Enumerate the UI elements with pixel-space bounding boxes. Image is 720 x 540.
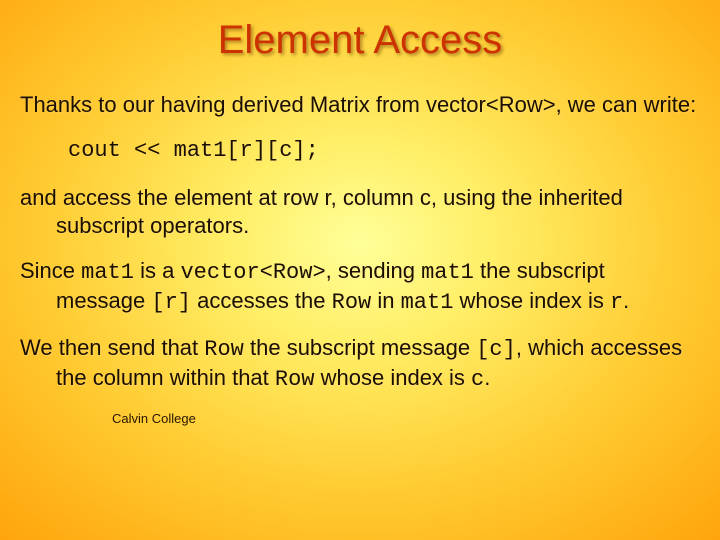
code-inline: [c]: [476, 337, 516, 362]
footer-attribution: Calvin College: [112, 411, 700, 427]
text: Thanks to our having derived Matrix from…: [20, 92, 568, 117]
code-inline: vector<Row>: [180, 260, 325, 285]
slide-body: Thanks to our having derived Matrix from…: [20, 91, 700, 427]
access-paragraph: and access the element at row r, column …: [20, 184, 700, 239]
text: in: [371, 288, 400, 313]
text: We then send that: [20, 335, 204, 360]
intro-paragraph: Thanks to our having derived Matrix from…: [20, 91, 700, 119]
text: .: [623, 288, 629, 313]
code-inline: mat1: [401, 290, 454, 315]
explanation-paragraph-1: Since mat1 is a vector<Row>, sending mat…: [20, 257, 700, 316]
slide: Element Access Thanks to our having deri…: [0, 0, 720, 540]
code-example: cout << mat1[r][c];: [68, 137, 700, 165]
code-inline: mat1: [421, 260, 474, 285]
code-inline: c: [471, 367, 484, 392]
text: accesses the: [191, 288, 332, 313]
code-inline: r: [610, 290, 623, 315]
text: whose index is: [453, 288, 610, 313]
text: .: [484, 365, 490, 390]
code-inline: mat1: [81, 260, 134, 285]
text: and access the element at row r, column …: [20, 185, 443, 210]
text: , sending: [326, 258, 421, 283]
code-inline: Row: [204, 337, 244, 362]
code-inline: Row: [275, 367, 315, 392]
text: we can write:: [568, 92, 696, 117]
text: whose index is: [315, 365, 472, 390]
code-inline: Row: [332, 290, 372, 315]
text: is a: [134, 258, 180, 283]
code-inline: [r]: [151, 290, 191, 315]
text: the subscript message: [244, 335, 476, 360]
explanation-paragraph-2: We then send that Row the subscript mess…: [20, 334, 700, 393]
text: Since: [20, 258, 81, 283]
slide-title: Element Access: [20, 18, 700, 63]
